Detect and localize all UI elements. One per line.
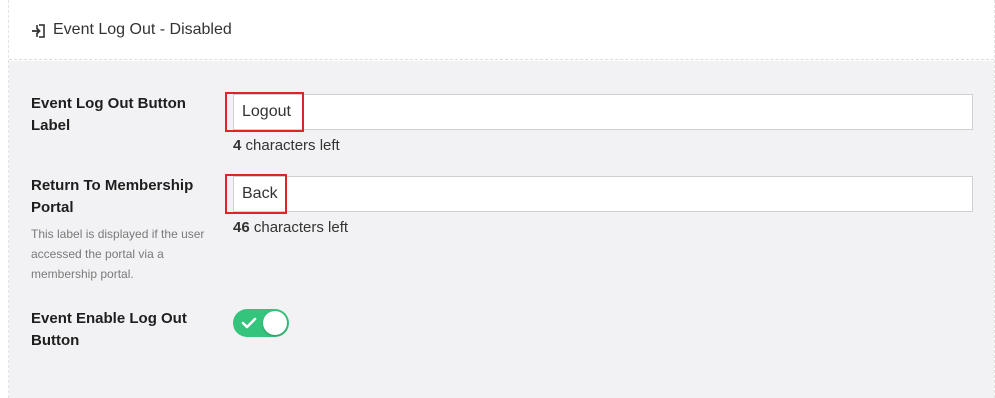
logout-chars-left: 4 characters left bbox=[233, 137, 340, 154]
panel-header[interactable]: Event Log Out - Disabled bbox=[9, 0, 994, 60]
enable-logout-field-label: Event Enable Log Out Button bbox=[31, 310, 187, 349]
return-chars-left-text: characters left bbox=[249, 219, 349, 236]
return-portal-help-text: This label is displayed if the user acce… bbox=[31, 227, 205, 281]
return-chars-left: 46 characters left bbox=[233, 219, 348, 236]
settings-panel: Event Log Out - Disabled Event Log Out B… bbox=[8, 0, 995, 398]
logout-button-label-field-label: Event Log Out Button Label bbox=[31, 95, 186, 134]
return-chars-left-count: 46 bbox=[233, 219, 250, 236]
logout-chars-left-text: characters left bbox=[241, 137, 340, 154]
return-portal-label-input[interactable] bbox=[233, 176, 973, 212]
return-portal-field-label: Return To Membership Portal bbox=[31, 177, 194, 216]
enable-logout-toggle[interactable] bbox=[233, 309, 289, 337]
panel-title: Event Log Out - Disabled bbox=[53, 20, 232, 38]
logout-button-label-input[interactable] bbox=[233, 94, 973, 130]
panel-body: Event Log Out Button Label 4 characters … bbox=[9, 61, 994, 398]
toggle-knob bbox=[263, 311, 287, 335]
checkmark-icon bbox=[241, 317, 257, 329]
sign-in-icon bbox=[32, 23, 45, 38]
